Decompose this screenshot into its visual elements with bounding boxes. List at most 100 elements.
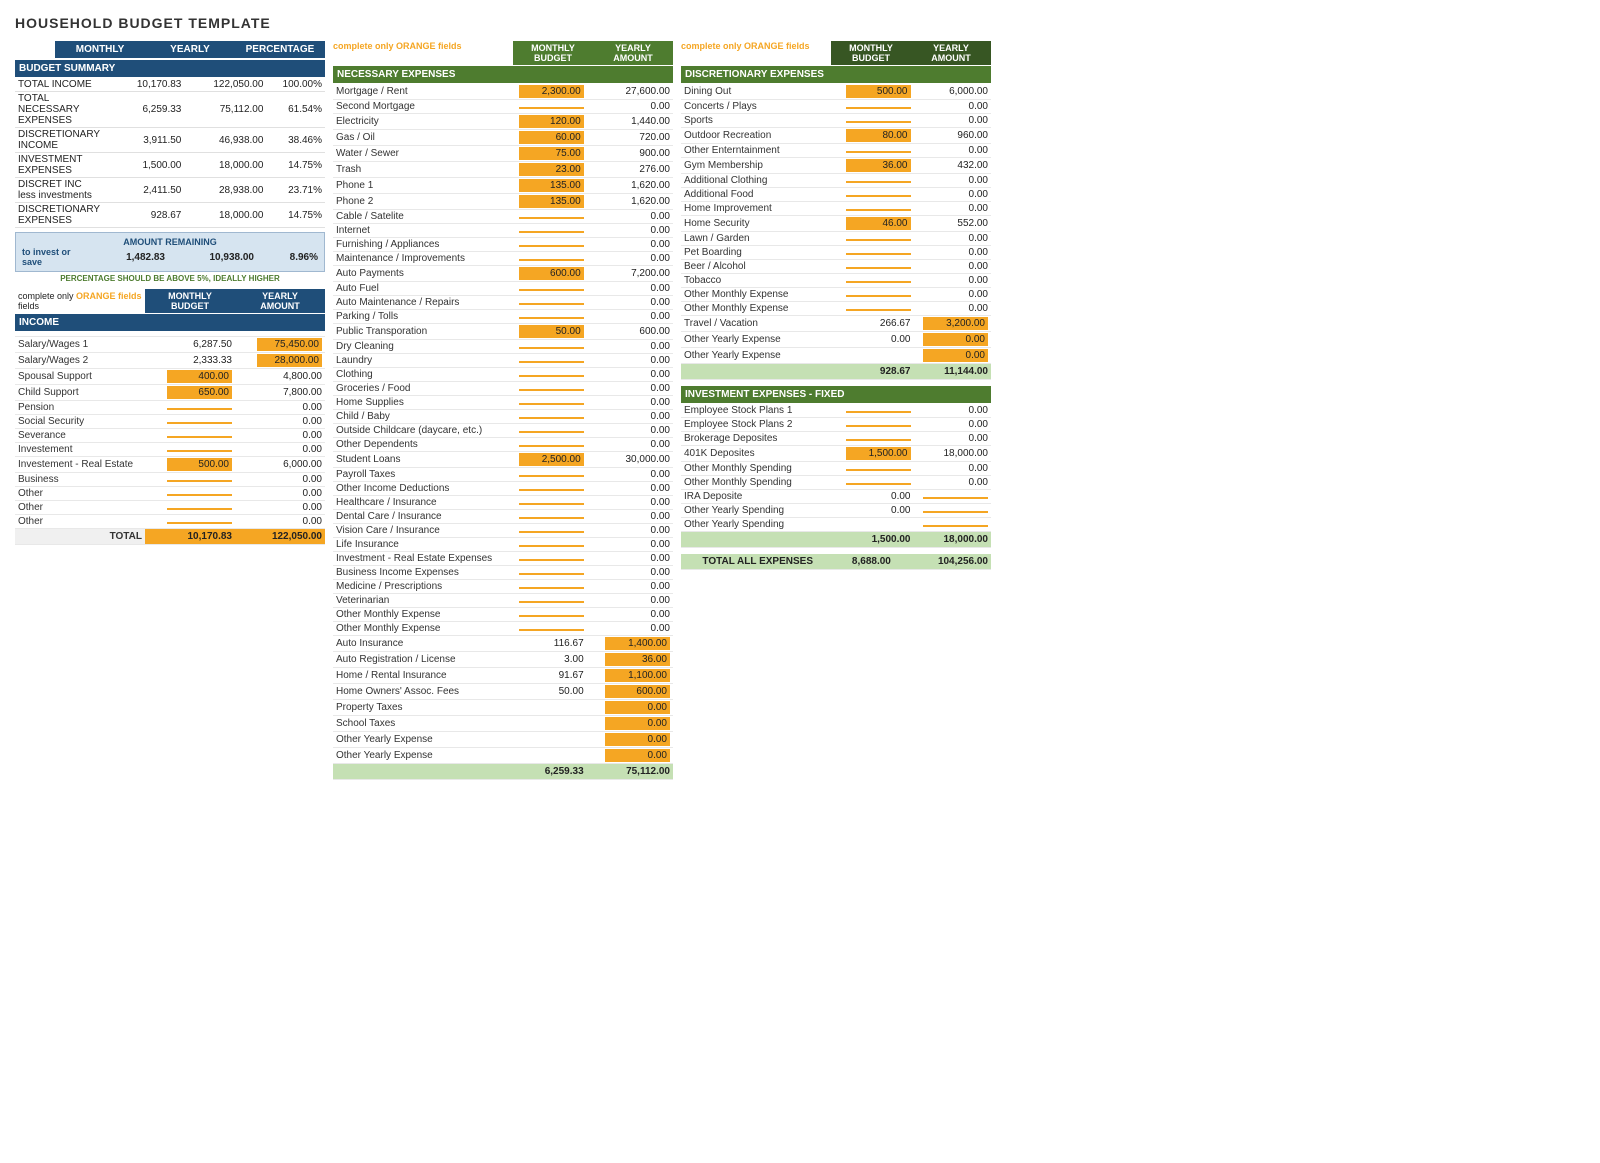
income-yearly-input[interactable]: 75,450.00 (257, 338, 322, 351)
ne-monthly-input[interactable]: 23.00 (519, 163, 584, 176)
ne-monthly-input[interactable] (519, 615, 584, 617)
ne-monthly-input[interactable] (519, 347, 584, 349)
ne-monthly-input[interactable] (519, 317, 584, 319)
inv-row: Other Monthly Spending 0.00 (681, 462, 991, 476)
disc-monthly-input[interactable]: 80.00 (846, 129, 911, 142)
disc-monthly-input[interactable] (846, 239, 911, 241)
ne-monthly-input[interactable] (519, 231, 584, 233)
ne-monthly-input[interactable]: 120.00 (519, 115, 584, 128)
income-monthly-input[interactable] (167, 450, 232, 452)
ne-monthly-input[interactable] (519, 445, 584, 447)
ne-monthly-input[interactable] (519, 587, 584, 589)
ne-monthly-input[interactable]: 50.00 (519, 325, 584, 338)
ne-monthly-input[interactable] (519, 531, 584, 533)
disc-label: Tobacco (681, 274, 836, 288)
income-monthly-input[interactable]: 400.00 (167, 370, 232, 383)
inv-label: Brokerage Deposites (681, 432, 836, 446)
ne-monthly-input[interactable] (519, 489, 584, 491)
inv-yearly-input[interactable] (923, 525, 988, 527)
disc-yearly-input[interactable]: 3,200.00 (923, 317, 988, 330)
disc-yearly-input[interactable]: 0.00 (923, 349, 988, 362)
disc-monthly-input[interactable] (846, 181, 911, 183)
ne-monthly-input[interactable] (519, 375, 584, 377)
disc-monthly-input[interactable]: 46.00 (846, 217, 911, 230)
summary-row: DISCRET INC less investments 2,411.50 28… (15, 178, 325, 203)
inv-monthly-cell (836, 418, 914, 432)
disc-monthly-input[interactable] (846, 107, 911, 109)
disc-monthly-input[interactable] (846, 253, 911, 255)
ne-monthly-input[interactable] (519, 389, 584, 391)
ne-monthly-input[interactable] (519, 517, 584, 519)
disc-monthly-input[interactable]: 36.00 (846, 159, 911, 172)
ne-monthly-input[interactable]: 600.00 (519, 267, 584, 280)
income-monthly-input[interactable] (167, 522, 232, 524)
ne-monthly-input[interactable]: 75.00 (519, 147, 584, 160)
disc-monthly-input[interactable] (846, 295, 911, 297)
ne-yearly-input[interactable]: 0.00 (605, 717, 670, 730)
ne-monthly-input[interactable] (519, 245, 584, 247)
ne-yearly-input[interactable]: 1,100.00 (605, 669, 670, 682)
inv-yearly-input[interactable] (923, 511, 988, 513)
inv-monthly-input[interactable] (846, 425, 911, 427)
ne-monthly-input[interactable]: 2,300.00 (519, 85, 584, 98)
disc-row: Additional Clothing 0.00 (681, 174, 991, 188)
disc-monthly-input[interactable] (846, 195, 911, 197)
ne-monthly-input[interactable] (519, 259, 584, 261)
summary-row: TOTAL INCOME 10,170.83 122,050.00 100.00… (15, 78, 325, 92)
disc-monthly-input[interactable] (846, 121, 911, 123)
ne-yearly-cell: 0.00 (587, 438, 673, 452)
income-monthly-input[interactable] (167, 508, 232, 510)
ne-monthly-input[interactable] (519, 417, 584, 419)
disc-yearly-input[interactable]: 0.00 (923, 333, 988, 346)
ne-monthly-input[interactable]: 2,500.00 (519, 453, 584, 466)
ne-yearly-input[interactable]: 0.00 (605, 733, 670, 746)
ne-monthly-input[interactable] (519, 559, 584, 561)
inv-yearly-input[interactable] (923, 497, 988, 499)
income-monthly-input[interactable]: 650.00 (167, 386, 232, 399)
ne-monthly-input[interactable]: 135.00 (519, 195, 584, 208)
ne-yearly-input[interactable]: 0.00 (605, 749, 670, 762)
ne-yearly-input[interactable]: 600.00 (605, 685, 670, 698)
ne-monthly-input[interactable] (519, 431, 584, 433)
ne-monthly-input[interactable] (519, 361, 584, 363)
ne-row: Investment - Real Estate Expenses 0.00 (333, 552, 673, 566)
ne-monthly-input[interactable] (519, 217, 584, 219)
ne-monthly-input[interactable] (519, 629, 584, 631)
ne-monthly-input[interactable] (519, 545, 584, 547)
income-yearly-cell: 0.00 (235, 514, 325, 528)
disc-monthly-input[interactable] (846, 151, 911, 153)
income-yearly-val: 0.00 (303, 444, 322, 455)
ne-yearly-input[interactable]: 36.00 (605, 653, 670, 666)
disc-monthly-input[interactable]: 500.00 (846, 85, 911, 98)
ne-monthly-input[interactable] (519, 475, 584, 477)
ne-monthly-input[interactable] (519, 601, 584, 603)
disc-monthly-input[interactable] (846, 209, 911, 211)
inv-monthly-input[interactable] (846, 469, 911, 471)
ne-yearly-input[interactable]: 0.00 (605, 701, 670, 714)
ne-monthly-input[interactable] (519, 289, 584, 291)
ne-monthly-input[interactable] (519, 403, 584, 405)
income-yearly-input[interactable]: 28,000.00 (257, 354, 322, 367)
income-monthly-input[interactable] (167, 408, 232, 410)
ne-monthly-input[interactable] (519, 303, 584, 305)
income-monthly-input[interactable] (167, 436, 232, 438)
inv-monthly-input[interactable] (846, 411, 911, 413)
ne-yearly-input[interactable]: 1,400.00 (605, 637, 670, 650)
disc-monthly-input[interactable] (846, 267, 911, 269)
ne-monthly-input[interactable] (519, 107, 584, 109)
income-monthly-input[interactable] (167, 480, 232, 482)
income-monthly-input[interactable] (167, 422, 232, 424)
ne-monthly-input[interactable]: 60.00 (519, 131, 584, 144)
ne-monthly-input[interactable] (519, 503, 584, 505)
income-monthly-input[interactable]: 500.00 (167, 458, 232, 471)
disc-monthly-input[interactable] (846, 281, 911, 283)
ne-monthly-input[interactable]: 135.00 (519, 179, 584, 192)
disc-monthly-input[interactable] (846, 309, 911, 311)
inv-monthly-input[interactable]: 1,500.00 (846, 447, 911, 460)
income-monthly-input[interactable] (167, 494, 232, 496)
ne-monthly-input[interactable] (519, 573, 584, 575)
inv-monthly-cell (836, 518, 914, 532)
inv-monthly-input[interactable] (846, 483, 911, 485)
inv-monthly-input[interactable] (846, 439, 911, 441)
ne-total-row: 6,259.33 75,112.00 (333, 764, 673, 780)
